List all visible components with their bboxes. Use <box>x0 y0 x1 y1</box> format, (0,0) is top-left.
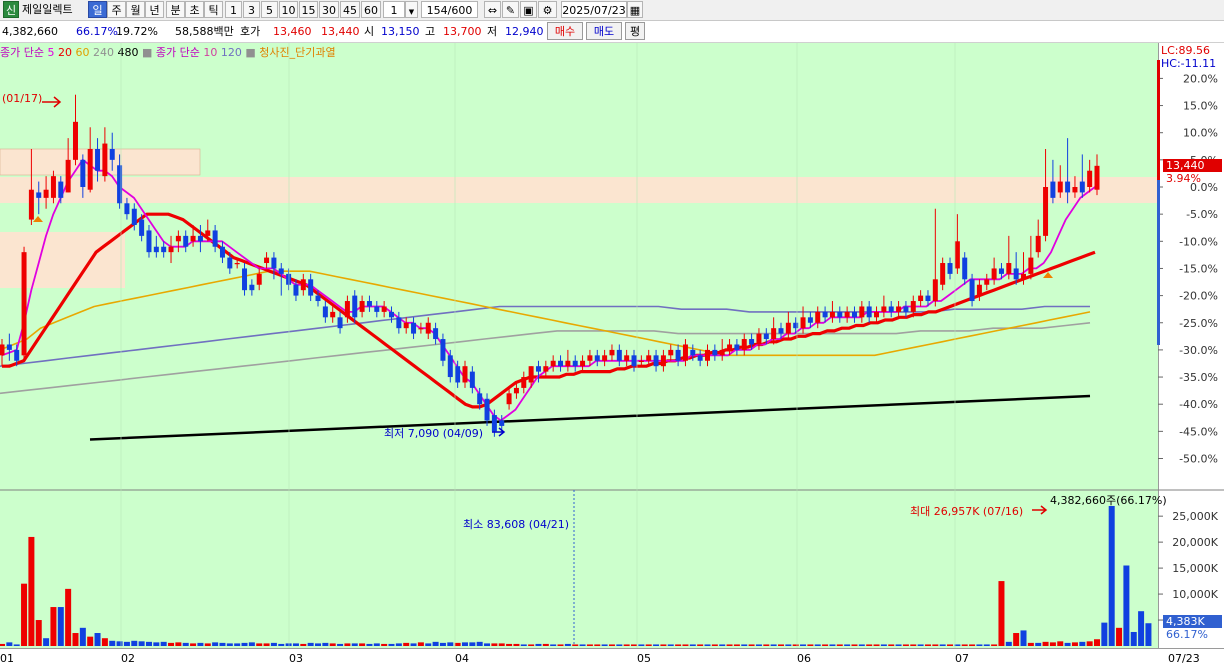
ma-10[interactable]: 10 <box>203 46 217 59</box>
calendar-button[interactable]: ▦ <box>627 1 643 18</box>
ask-price: 13,460 <box>273 25 312 38</box>
gear-icon: ⚙ <box>542 4 553 17</box>
x-tick-05: 05 <box>637 652 651 665</box>
legend-sep-icon: ■ <box>141 46 153 59</box>
draw-tool-icon: ✎ <box>505 4 516 17</box>
ma-480[interactable]: 480 <box>117 46 138 59</box>
ma-20[interactable]: 20 <box>58 46 72 59</box>
interval-10[interactable]: 10 <box>279 1 298 18</box>
stock-name[interactable]: 제일일렉트 <box>22 1 86 18</box>
period-month[interactable]: 월 <box>126 1 145 18</box>
bid-price: 13,440 <box>321 25 360 38</box>
eval-button[interactable]: 평 <box>625 22 645 40</box>
interval-dropdown[interactable]: ▼ <box>405 1 418 18</box>
ma-240[interactable]: 240 <box>93 46 114 59</box>
ma-legend-label: 종가 단순 <box>0 46 44 59</box>
low-label: 저 <box>487 25 498 38</box>
interval-45[interactable]: 45 <box>340 1 360 18</box>
x-tick-03: 03 <box>289 652 303 665</box>
high-date-annotation: (01/17) <box>2 92 43 105</box>
draw-button[interactable]: ✎ <box>502 1 519 18</box>
current-pct-label: 3.94% <box>1166 172 1201 185</box>
volume-ratio: 66.17% <box>76 25 118 38</box>
x-axis: 01 02 03 04 05 06 07 07/23 <box>0 648 1224 668</box>
new-badge: 신 <box>3 1 19 18</box>
quote-bar: 4,382,660 66.17% 19.72% 58,588백만 호가 13,4… <box>0 21 1224 43</box>
ma2-legend-label: 종가 단순 <box>155 46 200 59</box>
period-week[interactable]: 주 <box>107 1 126 18</box>
ma-120[interactable]: 120 <box>221 46 242 59</box>
low-annotation: 최저 7,090 (04/09) <box>384 427 484 440</box>
open-price: 13,150 <box>381 25 420 38</box>
calendar-icon: ▦ <box>629 4 641 17</box>
volume-max-annotation: 최대 26,957K (07/16) <box>910 505 1024 518</box>
ma-legend: 종가 단순 5 20 60 240 480 ■ 종가 단순 10 120 ■ 청… <box>0 45 336 61</box>
interval-60[interactable]: 60 <box>361 1 381 18</box>
interval-30[interactable]: 30 <box>319 1 339 18</box>
interval-5[interactable]: 5 <box>261 1 278 18</box>
date-field[interactable]: 2025/07/23 <box>561 1 627 18</box>
trade-amount: 58,588백만 <box>175 25 234 38</box>
hc-label: HC:-11.11 <box>1161 57 1217 70</box>
settings-button[interactable]: ⚙ <box>538 1 557 18</box>
x-tick-01: 01 <box>0 652 14 665</box>
high-label: 고 <box>425 25 436 38</box>
interval-3[interactable]: 3 <box>243 1 260 18</box>
zoom-button[interactable]: ⇔ <box>484 1 501 18</box>
price-axis-panel <box>1158 43 1224 648</box>
open-label: 시 <box>364 25 375 38</box>
x-tick-02: 02 <box>121 652 135 665</box>
period-tick[interactable]: 틱 <box>204 1 223 18</box>
volume-value: 4,382,660 <box>2 25 58 38</box>
top-toolbar: 신 제일일렉트 일 주 월 년 분 초 틱 1 3 5 10 15 30 45 … <box>0 0 1224 21</box>
interval-1[interactable]: 1 <box>225 1 242 18</box>
sell-button[interactable]: 매도 <box>586 22 622 40</box>
x-tick-04: 04 <box>455 652 469 665</box>
interval-input[interactable]: 1 <box>383 1 405 18</box>
period-day[interactable]: 일 <box>88 1 107 18</box>
buy-button[interactable]: 매수 <box>547 22 583 40</box>
current-volume-label: 4,383K <box>1163 615 1222 628</box>
page-count[interactable]: 154/600 <box>421 1 478 18</box>
legend-sep2-icon: ■ <box>245 46 256 59</box>
volume-min-annotation: 최소 83,608 (04/21) <box>463 518 570 531</box>
current-price-label: 13,440 <box>1163 159 1222 172</box>
period-minute[interactable]: 분 <box>166 1 185 18</box>
zoom-icon: ⇔ <box>487 4 498 17</box>
save-button[interactable]: ▣ <box>520 1 537 18</box>
save-icon: ▣ <box>523 4 534 17</box>
current-volume-pct: 66.17% <box>1166 628 1208 641</box>
x-tick-06: 06 <box>797 652 811 665</box>
last-volume-annotation: 4,382,660주(66.17%) <box>1050 494 1167 507</box>
ma-5[interactable]: 5 <box>47 46 54 59</box>
chart-panel[interactable] <box>0 43 1158 648</box>
period-second[interactable]: 초 <box>185 1 204 18</box>
chevron-down-icon: ▼ <box>408 8 415 16</box>
interval-15[interactable]: 15 <box>299 1 318 18</box>
turnover-ratio: 19.72% <box>116 25 158 38</box>
indicator-name[interactable]: 청사진_단기과열 <box>259 46 335 59</box>
high-price: 13,700 <box>443 25 482 38</box>
ma-60[interactable]: 60 <box>75 46 89 59</box>
hoga-label: 호가 <box>240 25 261 38</box>
x-tick-07: 07 <box>955 652 969 665</box>
x-last-date: 07/23 <box>1168 652 1200 665</box>
lc-label: LC:89.56 <box>1161 44 1211 57</box>
low-price: 12,940 <box>505 25 544 38</box>
period-year[interactable]: 년 <box>145 1 164 18</box>
